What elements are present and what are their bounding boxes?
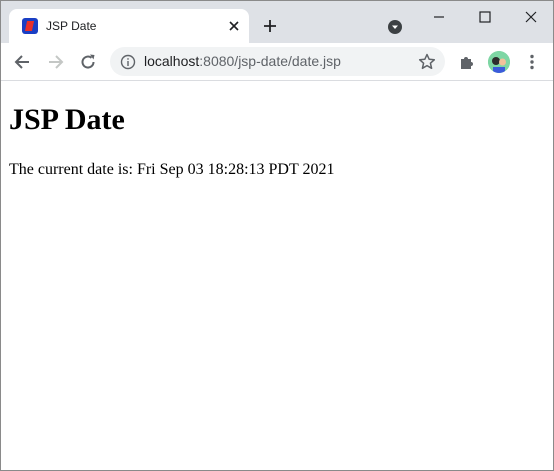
puzzle-icon[interactable] bbox=[457, 52, 477, 72]
tab-close-icon[interactable] bbox=[226, 18, 242, 34]
address-bar[interactable]: localhost:8080/jsp-date/date.jsp bbox=[110, 47, 445, 76]
url-host: localhost bbox=[144, 53, 200, 69]
browser-window: JSP Date localhost:8080/jsp-date/date.js… bbox=[0, 0, 554, 471]
three-dots-icon[interactable] bbox=[522, 52, 542, 72]
tab-title: JSP Date bbox=[46, 19, 97, 33]
new-tab-icon[interactable] bbox=[262, 18, 278, 34]
tab-jsp-date[interactable]: JSP Date bbox=[9, 9, 249, 43]
maximize-icon[interactable] bbox=[477, 9, 493, 25]
minimize-icon[interactable] bbox=[431, 9, 447, 25]
browser-toolbar: localhost:8080/jsp-date/date.jsp bbox=[1, 43, 553, 81]
profile-icon bbox=[488, 51, 510, 73]
arrow-left-icon[interactable] bbox=[13, 52, 33, 72]
url-path: :8080/jsp-date/date.jsp bbox=[199, 53, 341, 69]
avatar[interactable] bbox=[488, 51, 510, 73]
reload-icon[interactable] bbox=[78, 52, 98, 72]
arrow-right-icon[interactable] bbox=[45, 52, 65, 72]
page-content: JSP Date The current date is: Fri Sep 03… bbox=[1, 81, 553, 470]
info-icon[interactable] bbox=[120, 54, 136, 70]
current-date-text: The current date is: Fri Sep 03 18:28:13… bbox=[9, 161, 335, 178]
close-icon[interactable] bbox=[523, 9, 539, 25]
page-heading: JSP Date bbox=[9, 103, 125, 136]
tab-strip: JSP Date bbox=[1, 1, 553, 43]
star-icon[interactable] bbox=[417, 52, 437, 72]
tab-search-icon[interactable] bbox=[387, 19, 403, 35]
jsp-favicon-icon bbox=[22, 18, 38, 34]
url-text: localhost:8080/jsp-date/date.jsp bbox=[144, 53, 341, 69]
